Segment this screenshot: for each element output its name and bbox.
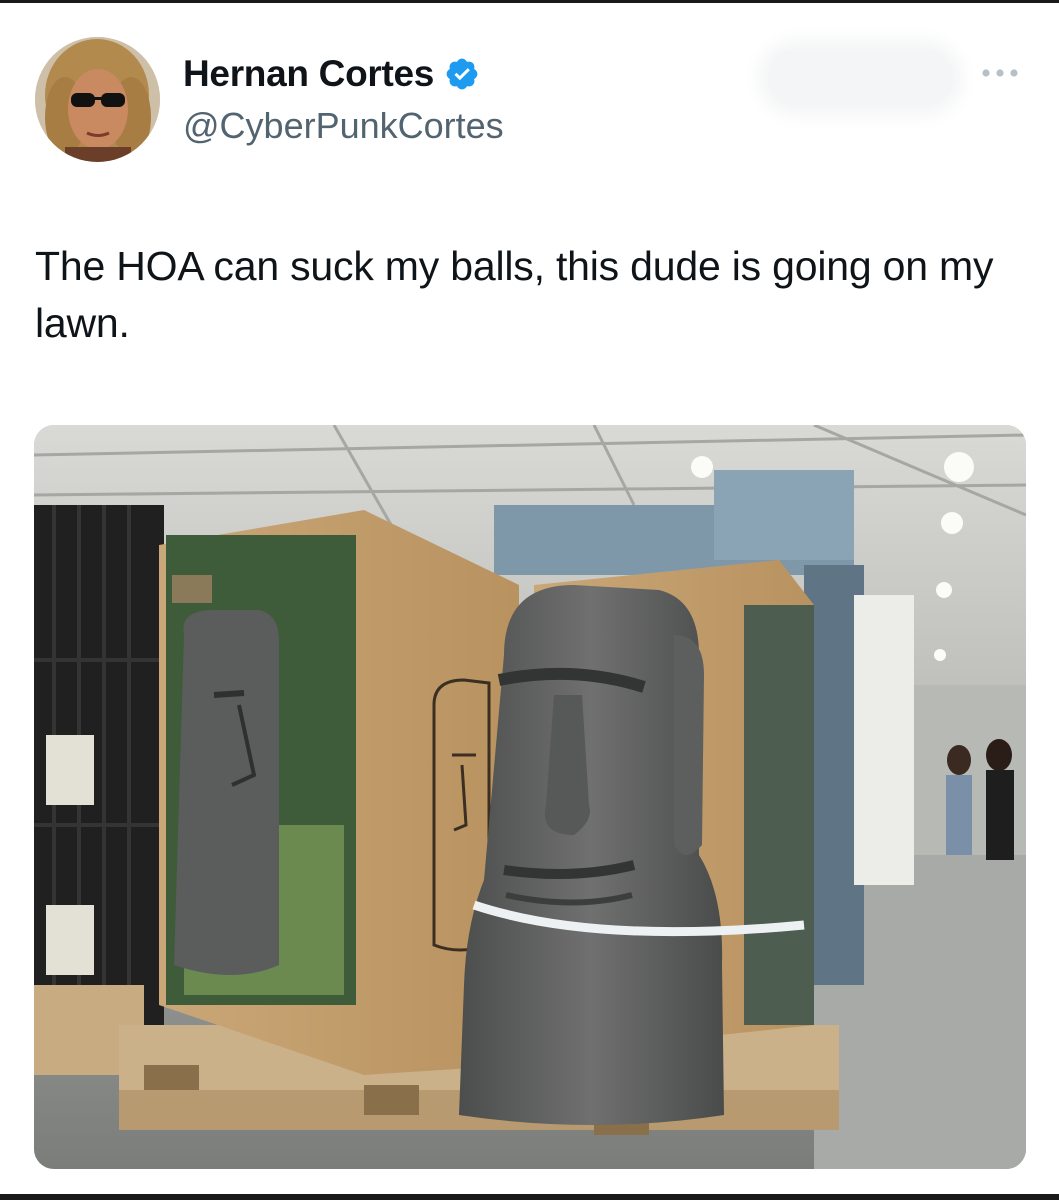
blurred-follow-button[interactable] xyxy=(768,50,953,106)
author-handle[interactable]: @CyberPunkCortes xyxy=(183,106,504,146)
tweet-card: Hernan Cortes @CyberPunkCortes The HOA c… xyxy=(0,0,1059,1200)
top-divider xyxy=(0,0,1059,3)
bottom-divider xyxy=(0,1194,1059,1200)
avatar[interactable] xyxy=(35,37,160,162)
tweet-photo[interactable] xyxy=(34,425,1026,1169)
verified-badge-icon xyxy=(444,56,480,92)
photo-illustration xyxy=(34,425,1026,1169)
author-line: Hernan Cortes xyxy=(183,54,480,94)
tweet-text: The HOA can suck my balls, this dude is … xyxy=(35,243,994,346)
more-options-icon[interactable] xyxy=(976,58,1024,88)
author-display-name[interactable]: Hernan Cortes xyxy=(183,54,434,94)
avatar-image xyxy=(35,37,160,162)
